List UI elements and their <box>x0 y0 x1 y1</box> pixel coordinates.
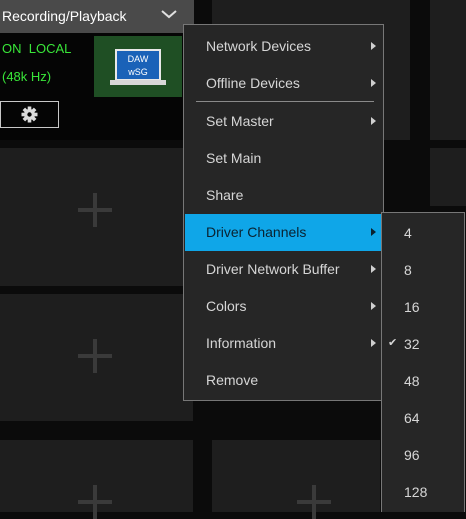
thumb-text-1: DAW <box>128 54 149 64</box>
menu-separator <box>196 101 374 102</box>
channel-option-label: 8 <box>404 262 412 278</box>
daw-thumbnail: DAW wSG <box>94 36 182 97</box>
menu-item-set-main[interactable]: Set Main <box>185 140 382 177</box>
channel-option-label: 16 <box>404 299 420 315</box>
menu-item-offline-devices[interactable]: Offline Devices <box>185 65 382 102</box>
add-icon <box>78 339 112 373</box>
menu-item-share[interactable]: Share <box>185 177 382 214</box>
submenu-arrow-icon <box>371 117 376 125</box>
device-slot[interactable] <box>0 440 193 519</box>
channel-option-64[interactable]: 64 <box>383 399 465 436</box>
thumb-text-2: wSG <box>127 67 148 77</box>
menu-item-label: Offline Devices <box>206 75 300 91</box>
menu-item-information[interactable]: Information <box>185 325 382 362</box>
submenu-arrow-icon <box>371 339 376 347</box>
add-icon <box>78 485 112 519</box>
menu-item-label: Colors <box>206 298 247 314</box>
submenu-arrow-icon <box>371 302 376 310</box>
submenu-arrow-icon <box>371 79 376 87</box>
channel-option-48[interactable]: 48 <box>383 362 465 399</box>
channel-option-4[interactable]: 4 <box>383 214 465 251</box>
channel-option-label: 96 <box>404 447 420 463</box>
channel-option-label: 48 <box>404 373 420 389</box>
menu-item-label: Set Main <box>206 150 262 166</box>
device-slot[interactable] <box>430 0 466 140</box>
channel-option-96[interactable]: 96 <box>383 436 465 473</box>
menu-item-label: Network Devices <box>206 38 312 54</box>
context-menu: Network Devices Offline Devices Set Mast… <box>183 24 384 401</box>
laptop-icon: DAW wSG <box>110 49 166 85</box>
sample-rate: (48k Hz) <box>2 69 52 84</box>
channel-option-128[interactable]: 128 <box>383 473 465 510</box>
channel-option-8[interactable]: 8 <box>383 251 465 288</box>
menu-item-label: Driver Network Buffer <box>206 261 340 277</box>
driver-channels-submenu: 4 8 16 ✔ 32 48 64 96 128 <box>381 212 465 512</box>
channel-option-label: 32 <box>404 336 420 352</box>
submenu-arrow-icon <box>371 228 376 236</box>
menu-item-driver-channels[interactable]: Driver Channels <box>185 214 382 251</box>
menu-item-label: Set Master <box>206 113 274 129</box>
channel-option-16[interactable]: 16 <box>383 288 465 325</box>
device-slot[interactable] <box>430 148 466 206</box>
add-icon <box>78 193 112 227</box>
device-slot[interactable] <box>212 440 380 519</box>
menu-item-label: Remove <box>206 372 259 388</box>
device-status: ON LOCAL <box>2 41 72 56</box>
chevron-down-icon[interactable] <box>160 8 178 20</box>
device-slot[interactable] <box>0 148 193 286</box>
channel-option-label: 128 <box>404 484 428 500</box>
channel-option-32[interactable]: ✔ 32 <box>383 325 465 362</box>
device-title: Recording/Playback <box>2 8 127 24</box>
menu-item-set-master[interactable]: Set Master <box>185 103 382 140</box>
menu-item-network-devices[interactable]: Network Devices <box>185 28 382 65</box>
menu-item-remove[interactable]: Remove <box>185 362 382 399</box>
submenu-arrow-icon <box>371 42 376 50</box>
menu-item-label: Driver Channels <box>206 224 307 240</box>
channel-option-label: 4 <box>404 225 412 241</box>
device-card[interactable]: Recording/Playback ON LOCAL (48k Hz) DAW… <box>0 0 194 140</box>
menu-item-label: Information <box>206 335 277 351</box>
device-header[interactable]: Recording/Playback <box>0 0 194 33</box>
menu-item-driver-network-buffer[interactable]: Driver Network Buffer <box>185 251 382 288</box>
menu-item-label: Share <box>206 187 244 203</box>
menu-item-colors[interactable]: Colors <box>185 288 382 325</box>
gear-icon <box>21 106 38 123</box>
channel-option-label: 64 <box>404 410 420 426</box>
device-slot[interactable] <box>0 294 193 421</box>
add-icon <box>297 485 331 519</box>
settings-button[interactable] <box>0 101 59 128</box>
checkmark-icon: ✔ <box>388 337 398 349</box>
submenu-arrow-icon <box>371 265 376 273</box>
